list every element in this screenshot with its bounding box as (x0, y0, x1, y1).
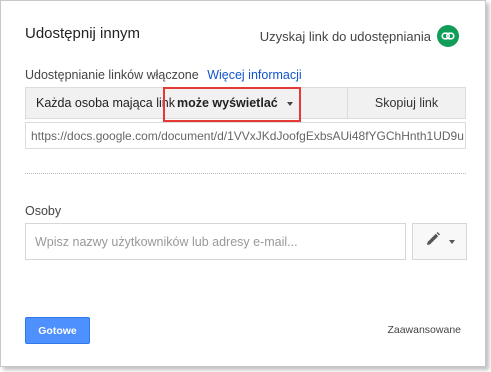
people-input[interactable]: Wpisz nazwy użytkowników lub adresy e-ma… (25, 223, 406, 260)
divider (25, 173, 466, 174)
copy-link-button[interactable]: Skopiuj link (348, 88, 465, 118)
link-icon (437, 25, 459, 47)
link-access-row: Każda osoba mająca link może wyświetlać … (25, 87, 466, 119)
chevron-down-icon (286, 101, 293, 106)
chevron-down-icon (448, 239, 455, 244)
link-sharing-status-text: Udostępnianie linków włączone (25, 68, 199, 82)
link-access-permission: może wyświetlać (176, 96, 278, 110)
link-access-dropdown[interactable]: Każda osoba mająca link może wyświetlać (26, 88, 348, 118)
advanced-link[interactable]: Zaawansowane (387, 324, 461, 336)
more-info-link[interactable]: Więcej informacji (207, 68, 301, 82)
dialog-title: Udostępnij innym (25, 25, 141, 42)
share-dialog: Udostępnij innym Uzyskaj link do udostęp… (0, 0, 486, 367)
people-label: Osoby (25, 204, 62, 218)
link-access-who: Każda osoba mająca link (36, 96, 175, 110)
people-permission-dropdown[interactable] (412, 223, 467, 260)
share-url-field[interactable]: https://docs.google.com/document/d/1VVxJ… (25, 122, 466, 149)
pencil-icon (425, 231, 441, 252)
get-shareable-link-button[interactable]: Uzyskaj link do udostępniania (260, 25, 459, 47)
get-shareable-link-label: Uzyskaj link do udostępniania (259, 28, 431, 44)
link-sharing-status: Udostępnianie linków włączone Więcej inf… (25, 68, 302, 82)
done-button[interactable]: Gotowe (25, 317, 90, 344)
